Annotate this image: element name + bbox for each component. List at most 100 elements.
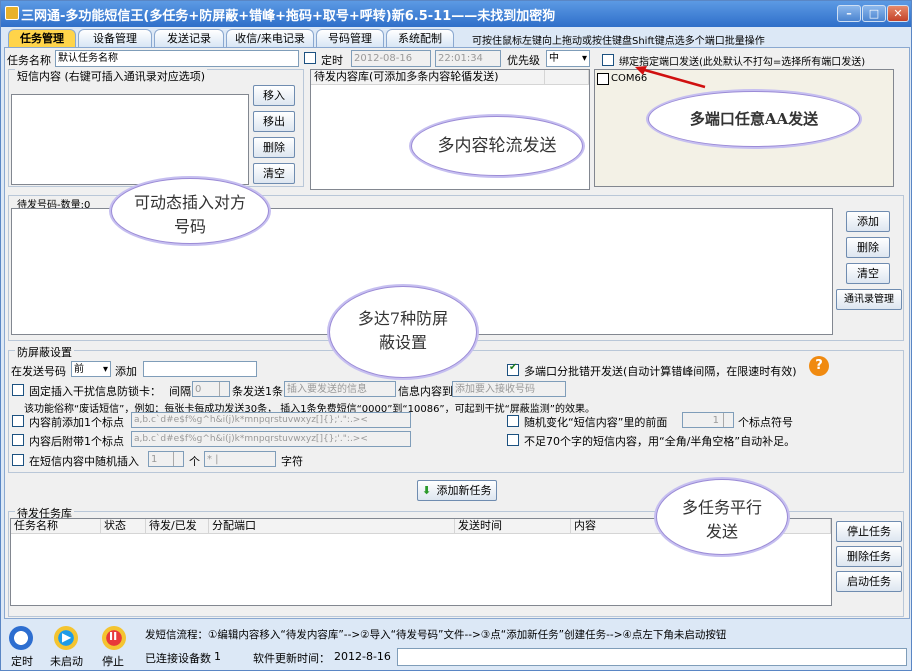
random-insert-label: 在短信内容中随机插入 (29, 455, 139, 468)
callout-multi-content: 多内容轮流发送 (411, 116, 583, 176)
time-picker[interactable]: 22:01:34 (435, 50, 501, 67)
punct-count-label: 个标点符号 (738, 416, 793, 429)
unit-label: 个 (189, 455, 200, 468)
callout-multi-port: 多端口任意AA发送 (648, 91, 860, 147)
multi-port-label: 多端口分批错开发送(自动计算错峰间隔，在限速时有效) (524, 365, 797, 378)
start-label: 未启动 (50, 655, 83, 668)
content-to-label: 信息内容到 (398, 385, 453, 398)
suffix-punct-input[interactable]: a,b.c`d#e$f%g^h&i(j)k*mnpqrstuvwxyz[]{};… (131, 431, 411, 447)
random-change-checkbox[interactable] (507, 415, 519, 427)
interval-input[interactable]: 0 (192, 381, 230, 397)
contacts-button[interactable]: 通讯录管理 (836, 289, 902, 310)
tab-task[interactable]: 任务管理 (8, 29, 76, 47)
sms-group-label: 短信内容 (右键可插入通讯录对应选项) (15, 68, 208, 84)
delete-number-button[interactable]: 删除 (846, 237, 890, 258)
content-queue-header-extra (545, 70, 589, 85)
spinner-icon[interactable] (219, 382, 229, 396)
status-input[interactable] (397, 648, 907, 666)
down-arrow-icon: ⬇ (422, 484, 432, 497)
prefix-punct-checkbox[interactable] (12, 415, 24, 427)
sms-content-textarea[interactable] (11, 94, 249, 185)
pad-checkbox[interactable] (507, 434, 519, 446)
move-in-button[interactable]: 移入 (253, 85, 295, 106)
priority-select[interactable]: 中 ▾ (546, 50, 590, 67)
timed-label: 定时 (321, 54, 343, 67)
add-number-button[interactable]: 添加 (846, 211, 890, 232)
close-button[interactable]: ✕ (887, 5, 909, 22)
col-pending-sent[interactable]: 待发/已发 (146, 519, 209, 534)
receiver-input[interactable]: 添加要入接收号码 (452, 381, 566, 397)
timed-checkbox[interactable] (304, 52, 316, 64)
maximize-button[interactable]: □ (862, 5, 886, 22)
suffix-punct-label: 内容后附带1个标点 (29, 435, 124, 448)
random-insert-checkbox[interactable] (12, 454, 24, 466)
insert-position-label: 在发送号码 (11, 365, 66, 378)
prefix-punct-input[interactable]: a,b.c`d#e$f%g^h&i(j)k*mnpqrstuvwxyz[]{};… (131, 412, 411, 428)
tab-system[interactable]: 系统配制 (386, 29, 454, 47)
stop-task-button[interactable]: 停止任务 (836, 521, 902, 542)
col-status[interactable]: 状态 (101, 519, 146, 534)
spinner-icon[interactable] (173, 452, 183, 466)
port-checkbox[interactable] (597, 73, 609, 85)
delete-task-button[interactable]: 删除任务 (836, 546, 902, 567)
delete-sms-button[interactable]: 删除 (253, 137, 295, 158)
priority-label: 优先级 (507, 54, 540, 67)
callout-insert-number: 可动态插入对方号码 (111, 178, 269, 244)
update-date: 2012-8-16 (334, 650, 391, 663)
tab-device[interactable]: 设备管理 (78, 29, 152, 47)
random-change-value: 1 (712, 415, 719, 426)
insert-number-input[interactable] (143, 361, 257, 377)
spinner-icon[interactable] (723, 413, 733, 427)
pad-label: 不足70个字的短信内容，用“全角/半角空格”自动补足。 (524, 435, 796, 448)
clear-number-button[interactable]: 清空 (846, 263, 890, 284)
minimize-button[interactable]: – (837, 5, 861, 22)
char-label: 字符 (281, 455, 303, 468)
add-task-button[interactable]: ⬇ 添加新任务 (417, 480, 497, 501)
window-title: 三网通-多功能短信王(多任务+防屏蔽+错峰+拖码+取号+呼转)新6.5-11——… (21, 9, 556, 24)
chevron-down-icon: ▾ (581, 53, 587, 64)
add-label: 添加 (115, 365, 137, 378)
col-task-name[interactable]: 任务名称 (11, 519, 101, 534)
bottom-bar: 定时 ▶ 未启动 II 停止 发短信流程：①编辑内容移入“待发内容库”-->②导… (1, 620, 911, 670)
send-one-input[interactable]: 插入要发送的信息 (284, 381, 396, 397)
position-select[interactable]: 前 ▾ (71, 361, 111, 377)
start-task-button[interactable]: 启动任务 (836, 571, 902, 592)
fixed-insert-checkbox[interactable] (12, 384, 24, 396)
add-task-label: 添加新任务 (436, 484, 492, 497)
task-name-input[interactable]: 默认任务名称 (55, 50, 299, 67)
interval-value: 0 (195, 384, 202, 395)
tab-hint: 可按住鼠标左键向上拖动或按住键盘Shift键点选多个端口批量操作 (472, 36, 765, 47)
suffix-punct-checkbox[interactable] (12, 434, 24, 446)
random-insert-value: 1 (151, 454, 158, 465)
connected-count: 1 (214, 650, 221, 663)
col-send-time[interactable]: 发送时间 (455, 519, 571, 534)
col-ports[interactable]: 分配端口 (209, 519, 455, 534)
callout-antiblock: 多达7种防屏蔽设置 (329, 286, 477, 378)
bind-port-checkbox[interactable] (602, 54, 614, 66)
update-label: 软件更新时间： (253, 652, 330, 665)
help-icon[interactable]: ? (809, 356, 829, 376)
arrow-icon (635, 66, 706, 89)
random-insert-count[interactable]: 1 (148, 451, 184, 467)
tab-receive-log[interactable]: 收信/来电记录 (226, 29, 314, 47)
priority-value: 中 (549, 53, 559, 64)
title-bar[interactable]: 三网通-多功能短信王(多任务+防屏蔽+错峰+拖码+取号+呼转)新6.5-11——… (1, 1, 911, 27)
stop-label: 停止 (102, 655, 124, 668)
prefix-punct-label: 内容前添加1个标点 (29, 416, 124, 429)
date-picker[interactable]: 2012-08-16 (351, 50, 431, 67)
interval-label: 间隔 (169, 385, 191, 398)
multi-port-checkbox[interactable] (507, 362, 519, 376)
random-change-input[interactable]: 1 (682, 412, 734, 428)
clear-sms-button[interactable]: 清空 (253, 163, 295, 184)
tab-number[interactable]: 号码管理 (316, 29, 384, 47)
tab-send-log[interactable]: 发送记录 (154, 29, 224, 47)
random-char-input[interactable]: * | (204, 451, 276, 467)
send-one-label: 条发送1条 (232, 385, 283, 398)
task-name-label: 任务名称 (7, 54, 51, 67)
chevron-down-icon: ▾ (102, 364, 108, 375)
move-out-button[interactable]: 移出 (253, 111, 295, 132)
timer-icon[interactable] (9, 626, 33, 650)
pause-icon[interactable]: II (102, 626, 126, 650)
position-value: 前 (74, 364, 84, 375)
play-icon[interactable]: ▶ (54, 626, 78, 650)
